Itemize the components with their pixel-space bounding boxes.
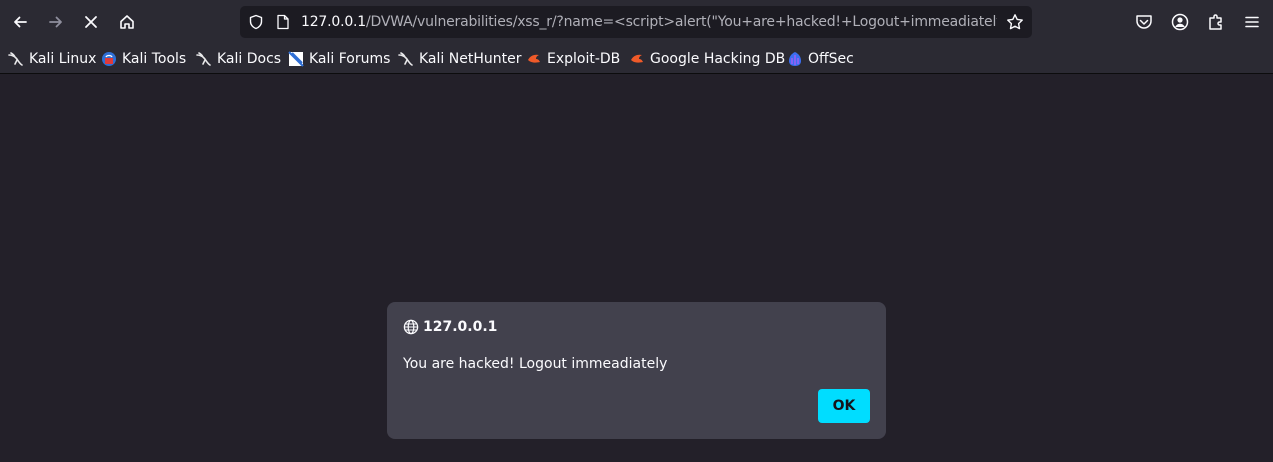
bookmark-kali-nethunter[interactable]: Kali NetHunter <box>398 49 521 69</box>
stop-button[interactable] <box>78 9 104 35</box>
hamburger-menu-icon[interactable] <box>1242 12 1262 32</box>
bookmark-kali-docs[interactable]: Kali Docs <box>196 49 281 69</box>
bookmark-label: Google Hacking DB <box>650 51 786 67</box>
globe-icon <box>403 319 419 335</box>
home-icon <box>120 15 134 29</box>
bookmark-label: Kali Linux <box>29 51 97 67</box>
bookmark-exploit-db[interactable]: Exploit-DB <box>526 49 620 69</box>
url-path: /DVWA/vulnerabilities/xss_r/?name=<scrip… <box>366 14 997 30</box>
url-bar[interactable]: 127.0.0.1/DVWA/vulnerabilities/xss_r/?na… <box>240 6 1032 38</box>
close-icon <box>85 16 97 28</box>
bookmark-offsec[interactable]: OffSec <box>787 49 854 69</box>
kali-tools-icon <box>102 52 116 66</box>
forward-button[interactable] <box>43 9 69 35</box>
bookmark-label: Exploit-DB <box>547 51 621 67</box>
ok-button[interactable]: OK <box>818 389 870 423</box>
url-host: 127.0.0.1 <box>301 14 366 30</box>
bookmarks-toolbar: Kali Linux Kali Tools Kali Docs Kali For… <box>0 44 1273 74</box>
browser-toolbar: 127.0.0.1/DVWA/vulnerabilities/xss_r/?na… <box>0 0 1273 44</box>
bookmark-label: Kali Forums <box>309 51 391 67</box>
offsec-icon <box>789 52 801 66</box>
bookmark-label: Kali Docs <box>217 51 282 67</box>
bookmark-label: Kali NetHunter <box>419 51 522 67</box>
url-text[interactable]: 127.0.0.1/DVWA/vulnerabilities/xss_r/?na… <box>301 13 997 31</box>
alert-dialog: 127.0.0.1 You are hacked! Logout immeadi… <box>387 302 886 439</box>
bookmark-google-hacking-db[interactable]: Google Hacking DB <box>629 49 785 69</box>
dialog-origin: 127.0.0.1 <box>423 319 498 335</box>
back-button[interactable] <box>7 9 33 35</box>
kali-dragon-icon <box>8 52 23 66</box>
pocket-icon[interactable] <box>1134 12 1154 32</box>
kali-dragon-icon <box>196 52 211 66</box>
bookmark-kali-forums[interactable]: Kali Forums <box>288 49 390 69</box>
shield-icon[interactable] <box>248 14 264 30</box>
dialog-message: You are hacked! Logout immeadiately <box>403 356 668 372</box>
exploit-db-icon <box>528 54 540 63</box>
bookmark-label: Kali Tools <box>122 51 187 67</box>
puzzle-icon[interactable] <box>1206 12 1226 32</box>
bookmark-kali-tools[interactable]: Kali Tools <box>101 49 186 69</box>
home-button[interactable] <box>114 9 140 35</box>
star-icon[interactable] <box>1006 13 1024 31</box>
arrow-left-icon <box>14 16 27 28</box>
exploit-db-icon <box>631 54 643 63</box>
bookmark-kali-linux[interactable]: Kali Linux <box>8 49 96 69</box>
kali-forums-icon <box>288 51 304 67</box>
kali-dragon-icon <box>398 52 413 66</box>
account-icon[interactable] <box>1170 12 1190 32</box>
bookmark-label: OffSec <box>808 51 854 67</box>
arrow-right-icon <box>49 16 62 28</box>
page-icon[interactable] <box>276 14 290 30</box>
